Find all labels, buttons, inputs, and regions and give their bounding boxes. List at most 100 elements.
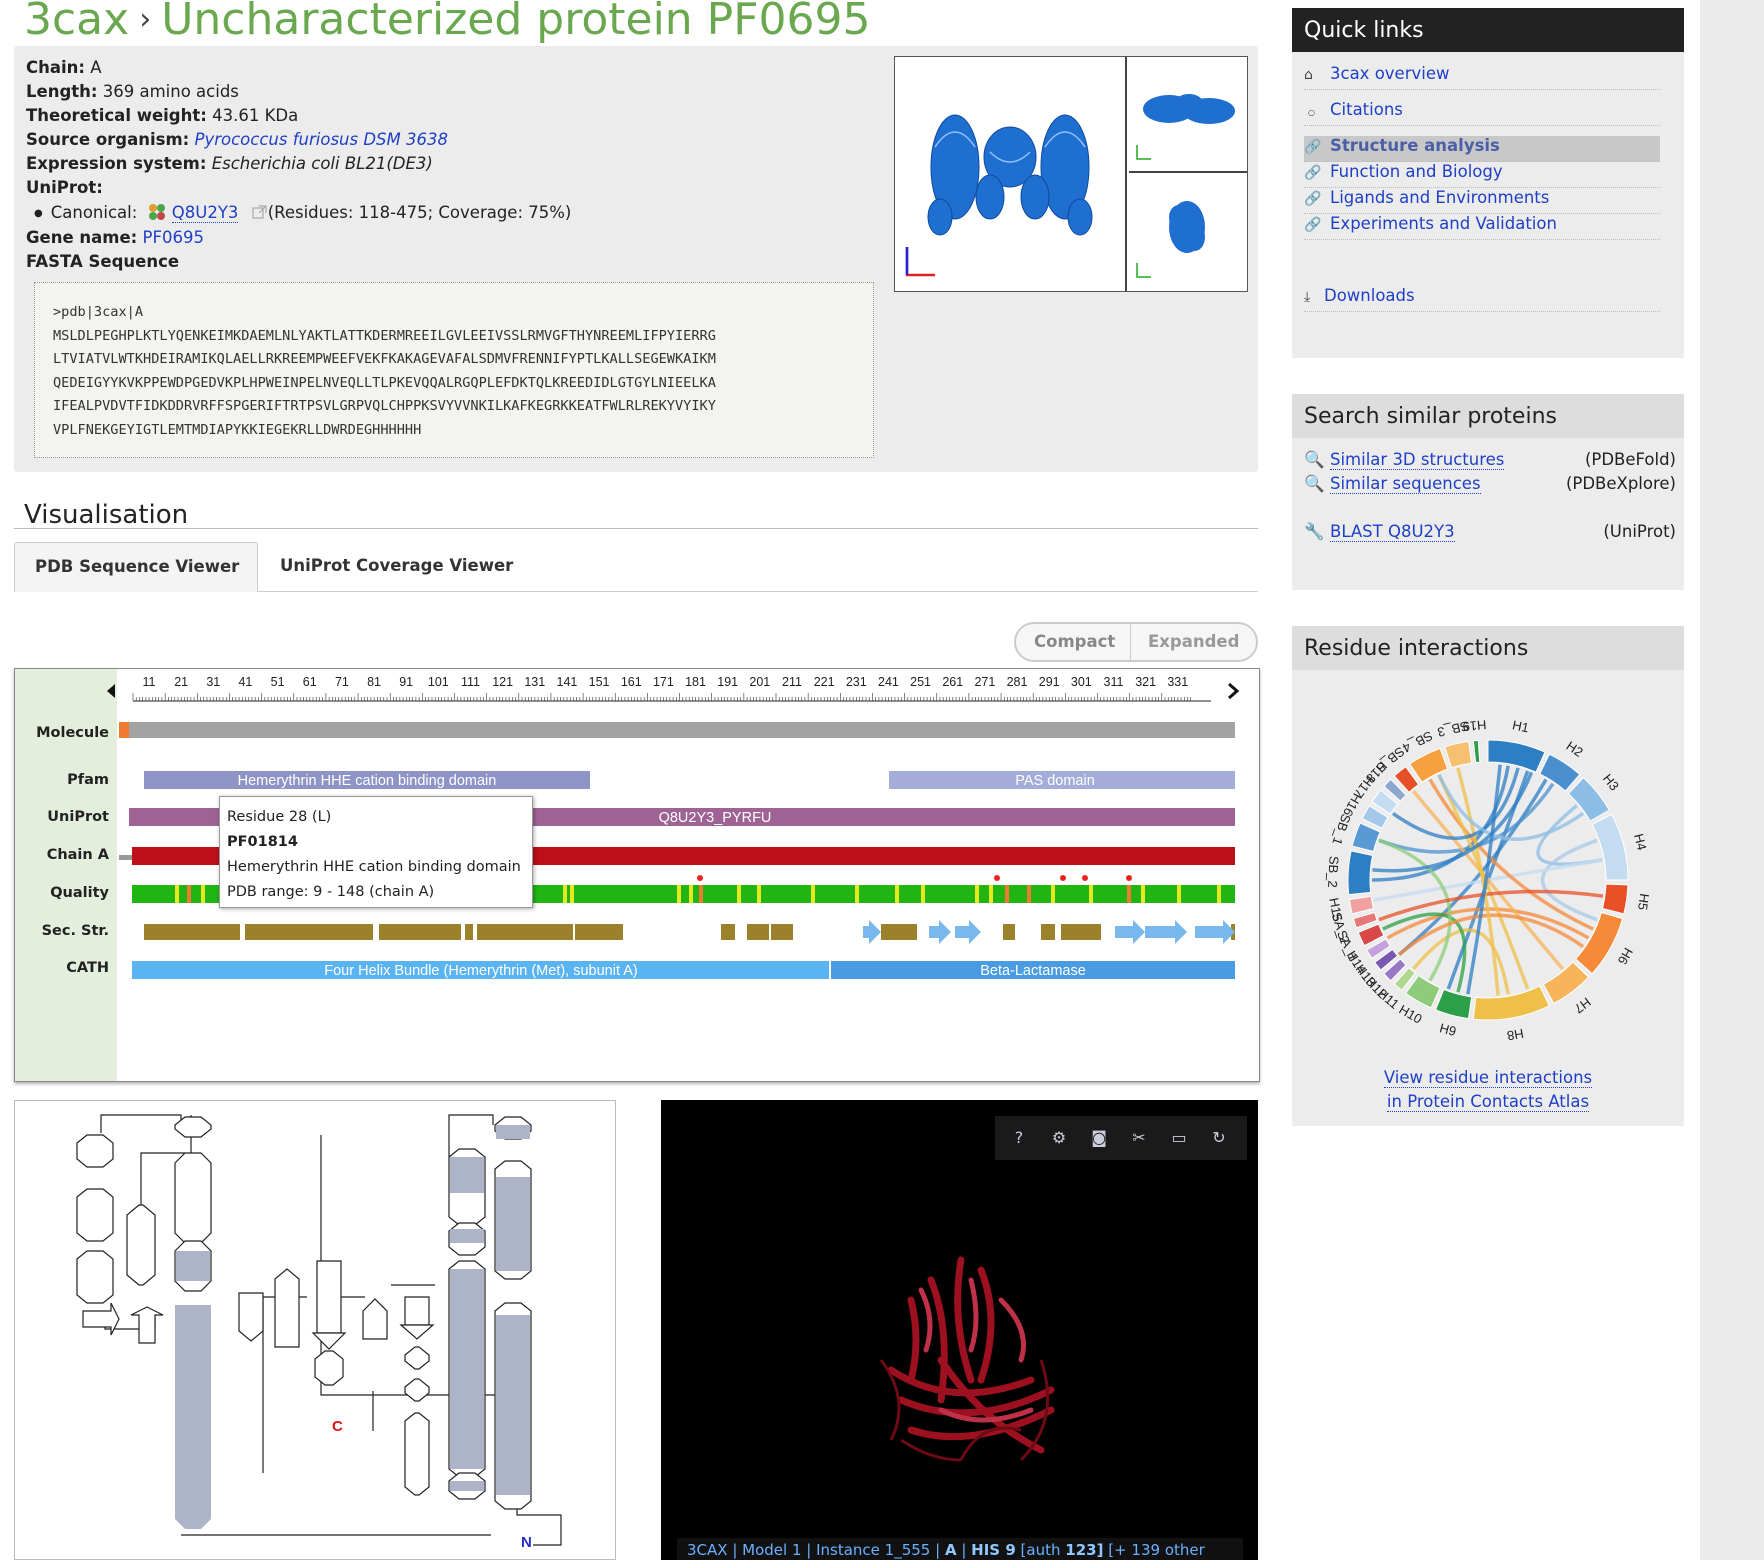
helix-segment — [721, 924, 735, 940]
quick-link-ligands[interactable]: 🔗 Ligands and Environments — [1304, 188, 1660, 214]
view-residue-interactions-link[interactable]: View residue interactions — [1383, 1068, 1593, 1088]
search-icon: 🔍 — [1304, 474, 1325, 493]
ruler-tick-label: 291 — [1039, 675, 1060, 689]
uniprot-heading: UniProt: — [26, 178, 103, 197]
tooltip-domain-name: Hemerythrin HHE cation binding domain — [227, 859, 521, 875]
compact-toggle[interactable]: Compact — [1034, 632, 1115, 651]
quality-outlier-mark — [811, 885, 815, 903]
ruler-tick-label: 181 — [685, 675, 706, 689]
chord-segment — [1472, 985, 1551, 1021]
pdb-id[interactable]: 3cax — [24, 0, 129, 45]
ruler-tick-label: 11 — [143, 675, 156, 689]
external-link-icon[interactable] — [252, 204, 268, 220]
ruler-tick-label: 271 — [974, 675, 995, 689]
structure-top-view[interactable] — [1129, 57, 1247, 173]
window-gutter — [1700, 0, 1764, 1560]
strand-arrow — [929, 920, 951, 944]
pdb-sequence-viewer: Molecule Pfam UniProt Chain A Quality Se… — [14, 668, 1260, 1082]
fasta-sequence-box[interactable]: >pdb|3cax|A MSLDLPEGHPLKTLYQENKEIMKDAEMLN… — [34, 282, 874, 458]
chord-segment — [1444, 740, 1473, 769]
uniprot-bar-label: Q8U2Y3_PYRFU — [659, 810, 772, 826]
ruler-tick-label: 31 — [206, 675, 220, 689]
helix-segment — [465, 924, 473, 940]
tab-pdb-sequence-viewer[interactable]: PDB Sequence Viewer — [14, 542, 258, 592]
ruler-tick-label: 171 — [653, 675, 674, 689]
fasta-header: >pdb|3cax|A — [53, 304, 144, 320]
protein-render[interactable] — [661, 1100, 1258, 1530]
chord-segment-label: H5 — [1635, 893, 1652, 912]
quick-link-function-biology[interactable]: 🔗 Function and Biology — [1304, 162, 1660, 188]
chord-segment — [1487, 739, 1546, 773]
tooltip-pfam-id: PF01814 — [227, 834, 298, 850]
gene-name-link[interactable]: PF0695 — [143, 228, 204, 247]
canonical-accession-link[interactable]: Q8U2Y3 — [171, 203, 239, 223]
blast-link[interactable]: BLAST Q8U2Y3 — [1330, 522, 1455, 542]
similar-sequences-link[interactable]: Similar sequences — [1330, 474, 1481, 494]
source-organism-link[interactable]: Pyrococcus furiosus DSM 3638 — [195, 130, 448, 149]
residue-interaction-chord-diagram[interactable]: H1H2H3H4H5H6H7H8H9H10H11H12H13H14SA_1SA_… — [1292, 670, 1684, 1050]
quality-outlier-mark — [175, 885, 179, 903]
expression-system-line: Expression system: Escherichia coli BL21… — [26, 154, 433, 173]
expanded-toggle[interactable]: Expanded — [1148, 632, 1239, 651]
ruler-tick-label: 121 — [492, 675, 513, 689]
quality-outlier-mark — [563, 885, 567, 903]
ruler-tick-label: 101 — [428, 675, 449, 689]
structure-front-view[interactable] — [895, 57, 1127, 291]
3d-structure-viewer[interactable]: ? ⚙ ◙ ✂ ▭ ↻ 3CAX | Model 1 | Instance 1_… — [661, 1100, 1258, 1560]
quick-links-panel: Quick links ⌂ 3cax overview ○ Citations 🔗 S… — [1292, 8, 1684, 358]
quality-outlier-dot — [1060, 875, 1066, 881]
quick-link-structure-analysis[interactable]: 🔗 Structure analysis — [1304, 136, 1660, 162]
chord-segment — [1574, 911, 1624, 975]
similar-3d-link[interactable]: Similar 3D structures — [1330, 450, 1505, 470]
similar-sequences-row: 🔍 Similar sequences (PDBeXplore) — [1304, 474, 1676, 494]
quality-outlier-mark — [1027, 885, 1031, 903]
chain-gap-marker — [119, 855, 133, 860]
sequence-tracks[interactable]: 11 21 31 41 51 61 71 81 91 101 111 121 131 141 151 161 1… — [15, 669, 1261, 1083]
scroll-left-icon[interactable] — [107, 684, 115, 698]
cath-beta-lactamase-label: Beta-Lactamase — [980, 963, 1086, 979]
breadcrumb-separator: › — [139, 2, 152, 37]
page: 3cax › Uncharacterized protein PF0695 Chai… — [0, 0, 1764, 1560]
quality-outlier-mark — [855, 885, 859, 903]
quality-outlier-mark — [757, 885, 761, 903]
view-mode-toggle: Compact Expanded — [1014, 622, 1258, 662]
ruler-tick-label: 221 — [814, 675, 835, 689]
scroll-right-icon[interactable] — [1228, 682, 1240, 700]
visualisation-heading: Visualisation — [24, 500, 189, 530]
chord-segment-label: H7 — [1571, 994, 1593, 1016]
quality-outlier-dot — [1082, 875, 1088, 881]
secondary-structure-track[interactable] — [144, 920, 1235, 944]
quality-outlier-mark — [895, 885, 899, 903]
quality-outlier-mark — [570, 885, 574, 903]
chord-segment — [1601, 883, 1629, 915]
quick-link-downloads[interactable]: ⤓ Downloads — [1304, 286, 1660, 312]
protein-contacts-atlas-link[interactable]: in Protein Contacts Atlas — [1386, 1092, 1590, 1112]
quality-outlier-dot — [1126, 875, 1132, 881]
search-similar-title: Search similar proteins — [1292, 394, 1684, 438]
tab-uniprot-coverage-viewer[interactable]: UniProt Coverage Viewer — [260, 542, 533, 592]
page-title: 3cax › Uncharacterized protein PF0695 — [24, 0, 871, 45]
strand-arrow — [1115, 920, 1145, 944]
helix-segment — [379, 924, 461, 940]
ruler-tick-label: 191 — [717, 675, 738, 689]
quality-outlier-mark — [1177, 885, 1181, 903]
topology-diagram[interactable]: C N — [14, 1100, 616, 1560]
fasta-line: LTVIATVLWTKHDEIRAMIKQLAELLRKREEMPWEEFVEK… — [53, 351, 716, 368]
ruler-tick-label: 241 — [878, 675, 899, 689]
helix-segment — [1041, 924, 1055, 940]
molecule-bar[interactable] — [129, 722, 1235, 738]
bullet-icon: ○ — [1308, 108, 1315, 117]
quick-link-experiments[interactable]: 🔗 Experiments and Validation — [1304, 214, 1660, 240]
molecule-start-marker[interactable] — [119, 722, 129, 738]
pfam-domain-label: Hemerythrin HHE cation binding domain — [238, 773, 497, 789]
quick-link-overview[interactable]: ⌂ 3cax overview — [1304, 64, 1660, 90]
chord-segment-label: SB_1 — [1329, 812, 1354, 847]
residue-tooltip: Residue 28 (L) PF01814 Hemerythrin HHE c… — [219, 796, 533, 908]
similar-3d-row: 🔍 Similar 3D structures (PDBeFold) — [1304, 450, 1676, 470]
structure-side-view[interactable] — [1129, 175, 1247, 291]
strand-arrow — [863, 920, 881, 944]
cath-domain-label: Four Helix Bundle (Hemerythrin (Met), su… — [324, 963, 637, 979]
quick-link-citations[interactable]: ○ Citations — [1304, 100, 1660, 126]
ruler-tick-label: 91 — [399, 675, 413, 689]
chord-segment — [1348, 895, 1375, 915]
